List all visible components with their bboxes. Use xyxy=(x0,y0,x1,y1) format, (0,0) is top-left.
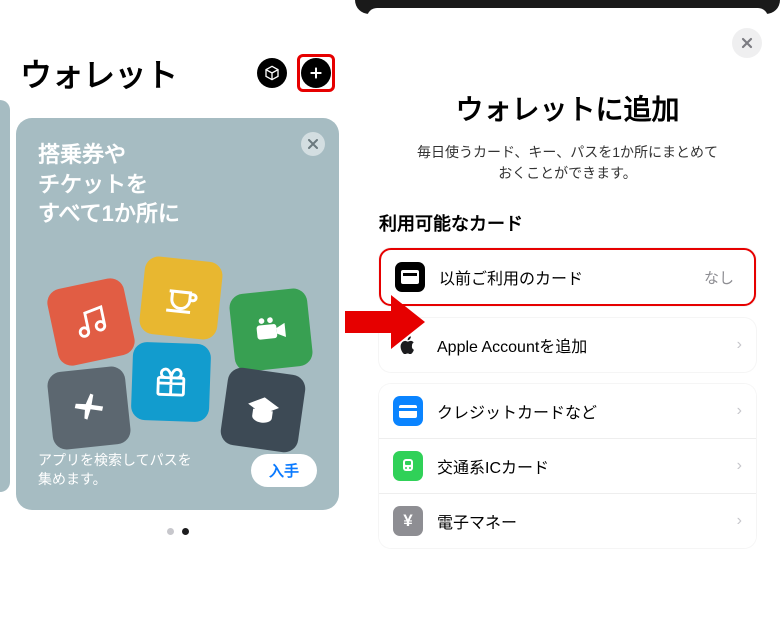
sheet-grabber-area[interactable] xyxy=(355,0,780,14)
yen-glyph-icon: ¥ xyxy=(403,511,412,531)
header-actions xyxy=(257,54,335,92)
close-icon xyxy=(741,37,753,49)
credit-card-icon xyxy=(393,396,423,426)
music-tile xyxy=(45,276,138,369)
promo-line-2: チケットを xyxy=(38,170,317,200)
row-label: 以前ご利用のカード xyxy=(439,265,704,289)
wallet-icon xyxy=(395,262,425,292)
add-button[interactable] xyxy=(301,58,331,88)
card-glyph-icon xyxy=(399,405,417,418)
credit-card-row[interactable]: クレジットカードなど › xyxy=(379,384,756,438)
wallet-glyph-icon xyxy=(401,270,419,284)
chevron-right-icon: › xyxy=(737,457,742,475)
sheet-sub-2: おくことができます。 xyxy=(379,163,756,184)
yen-icon: ¥ xyxy=(393,506,423,536)
orders-button[interactable] xyxy=(257,58,287,88)
promo-tiles xyxy=(38,239,317,451)
graduation-icon xyxy=(244,391,282,429)
row-meta: なし xyxy=(704,267,734,288)
gift-tile xyxy=(131,342,212,423)
promo-caption: アプリを検索してパスを 集めます。 xyxy=(38,451,192,490)
emoney-row[interactable]: ¥ 電子マネー › xyxy=(379,493,756,548)
get-button[interactable]: 入手 xyxy=(251,454,317,487)
graduation-tile xyxy=(219,366,307,454)
gift-icon xyxy=(153,364,188,399)
wallet-header: ウォレット xyxy=(16,50,339,96)
prev-card-edge xyxy=(0,100,10,492)
card-options-group: クレジットカードなど › 交通系ICカード › ¥ 電子マネー › xyxy=(379,384,756,548)
sheet-subtitle: 毎日使うカード、キー、パスを1か所にまとめて おくことができます。 xyxy=(379,142,756,184)
add-button-highlight xyxy=(297,54,335,92)
arrow-icon xyxy=(345,295,425,349)
previous-cards-row[interactable]: 以前ご利用のカード なし xyxy=(379,248,756,306)
box-icon xyxy=(264,65,280,81)
plane-tile xyxy=(46,365,132,451)
row-label: Apple Accountを追加 xyxy=(437,333,737,357)
promo-card[interactable]: 搭乗券や チケットを すべて1か所に アプリを検索してパスを 集めます。 入手 xyxy=(16,118,339,510)
music-icon xyxy=(71,302,111,342)
promo-caption-1: アプリを検索してパスを xyxy=(38,451,192,471)
train-glyph-icon xyxy=(400,458,416,474)
coffee-icon xyxy=(161,278,201,318)
transit-icon xyxy=(393,451,423,481)
row-label: 交通系ICカード xyxy=(437,454,737,478)
row-label: 電子マネー xyxy=(437,509,737,533)
coffee-tile xyxy=(138,255,224,341)
plane-icon xyxy=(70,389,107,426)
apple-account-row[interactable]: Apple Accountを追加 › xyxy=(379,318,756,372)
chevron-right-icon: › xyxy=(737,336,742,354)
chevron-right-icon: › xyxy=(737,402,742,420)
row-label: クレジットカードなど xyxy=(437,399,737,423)
promo-close-button[interactable] xyxy=(301,132,325,156)
chevron-right-icon: › xyxy=(737,512,742,530)
camera-icon xyxy=(252,311,289,348)
transit-card-row[interactable]: 交通系ICカード › xyxy=(379,438,756,493)
promo-headline: 搭乗券や チケットを すべて1か所に xyxy=(38,140,317,229)
sheet-sub-1: 毎日使うカード、キー、パスを1か所にまとめて xyxy=(379,142,756,163)
plus-icon xyxy=(308,65,324,81)
wallet-title: ウォレット xyxy=(20,50,178,96)
promo-caption-2: 集めます。 xyxy=(38,470,192,490)
promo-line-1: 搭乗券や xyxy=(38,140,317,170)
close-icon xyxy=(308,139,318,149)
page-dot-2 xyxy=(182,528,189,535)
available-cards-label: 利用可能なカード xyxy=(379,210,756,236)
wallet-home-screen: ウォレット 搭乗券や チケットを すべて1か所に xyxy=(0,0,355,634)
page-indicator[interactable] xyxy=(16,528,339,535)
sheet-title: ウォレットに追加 xyxy=(379,88,756,128)
promo-footer: アプリを検索してパスを 集めます。 入手 xyxy=(38,451,317,490)
close-sheet-button[interactable] xyxy=(732,28,762,58)
page-dot-1 xyxy=(167,528,174,535)
promo-line-3: すべて1か所に xyxy=(38,199,317,229)
video-tile xyxy=(228,287,314,373)
